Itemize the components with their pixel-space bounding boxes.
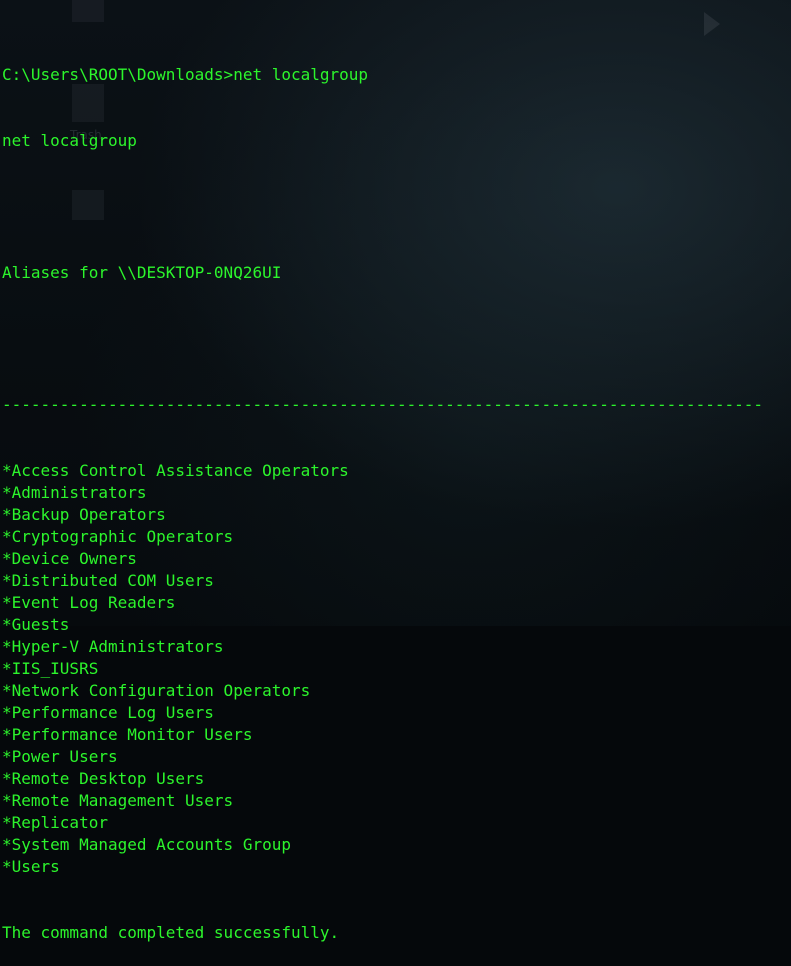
group-entry: *Backup Operators bbox=[2, 505, 166, 524]
desktop-icon-faint bbox=[72, 0, 104, 22]
group-entry: *Power Users bbox=[2, 747, 118, 766]
group-entry: *Event Log Readers bbox=[2, 593, 176, 612]
group-entry: *Access Control Assistance Operators bbox=[2, 461, 349, 480]
group-entry: *System Managed Accounts Group bbox=[2, 835, 291, 854]
group-entry: *Users bbox=[2, 857, 60, 876]
group-entry: *Performance Log Users bbox=[2, 703, 214, 722]
group-entry: *Administrators bbox=[2, 483, 147, 502]
separator-line: ----------------------------------------… bbox=[2, 395, 763, 414]
command-echo-line: net localgroup bbox=[2, 131, 137, 150]
group-entry: *Device Owners bbox=[2, 549, 137, 568]
group-entry: *Remote Desktop Users bbox=[2, 769, 205, 788]
completion-message: The command completed successfully. bbox=[2, 923, 340, 942]
group-entry: *IIS_IUSRS bbox=[2, 659, 99, 678]
group-entry: *Distributed COM Users bbox=[2, 571, 214, 590]
group-entry: *Guests bbox=[2, 615, 70, 634]
group-list: *Access Control Assistance Operators *Adm… bbox=[2, 460, 791, 878]
group-entry: *Hyper-V Administrators bbox=[2, 637, 224, 656]
group-entry: *Network Configuration Operators bbox=[2, 681, 311, 700]
group-entry: *Remote Management Users bbox=[2, 791, 234, 810]
command-prompt-line: C:\Users\ROOT\Downloads>net localgroup bbox=[2, 65, 369, 84]
terminal-output[interactable]: C:\Users\ROOT\Downloads>net localgroup n… bbox=[2, 20, 791, 966]
group-entry: *Performance Monitor Users bbox=[2, 725, 253, 744]
aliases-header: Aliases for \\DESKTOP-0NQ26UI bbox=[2, 263, 282, 282]
group-entry: *Cryptographic Operators bbox=[2, 527, 234, 546]
group-entry: *Replicator bbox=[2, 813, 108, 832]
